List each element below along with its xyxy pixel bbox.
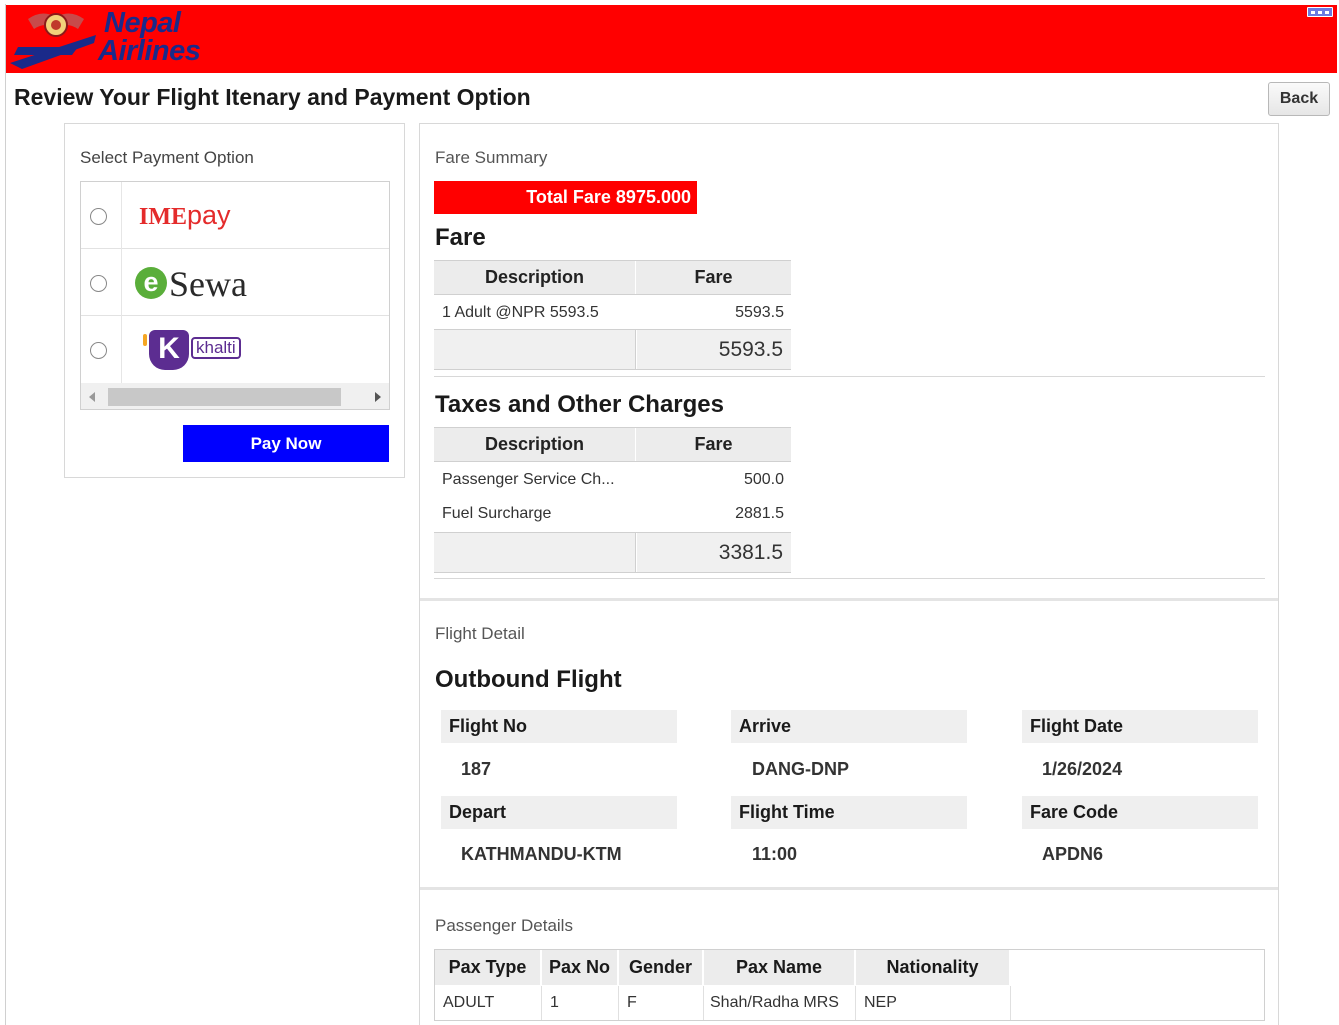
esewa-radio[interactable] [90, 275, 107, 292]
khalti-radio[interactable] [90, 342, 107, 359]
site-header: Nepal Airlines [6, 5, 1337, 73]
itinerary-panel: Fare Summary Total Fare 8975.000 Fare De… [419, 123, 1279, 1025]
tax-row-value: 2881.5 [735, 505, 784, 522]
horizontal-scrollbar[interactable] [81, 383, 389, 409]
table-row: Fuel Surcharge 2881.5 [434, 497, 791, 530]
pax-type-cell: ADULT [435, 986, 542, 1020]
scroll-left-icon[interactable] [89, 392, 95, 402]
pax-name-cell: Shah/Radha MRS [704, 986, 856, 1020]
pax-col-type: Pax Type [435, 950, 541, 985]
tax-row-description: Fuel Surcharge [442, 505, 552, 522]
scroll-thumb[interactable] [108, 388, 341, 406]
pax-col-gender: Gender [619, 950, 703, 985]
imepay-logo: IMEpay [139, 200, 231, 231]
row-divider [121, 182, 122, 249]
fare-total-value: 5593.5 [637, 330, 791, 369]
scroll-right-icon[interactable] [375, 392, 381, 402]
fare-total-row: 5593.5 [434, 329, 791, 370]
table-row: 1 Adult @NPR 5593.5 5593.5 [434, 296, 791, 329]
fare-code-value: APDN6 [1042, 844, 1104, 864]
tax-row-description: Passenger Service Ch... [442, 471, 615, 488]
back-button[interactable]: Back [1268, 82, 1330, 116]
tax-total-row: 3381.5 [434, 532, 791, 573]
pax-col-no: Pax No [542, 950, 618, 985]
depart-value: KATHMANDU-KTM [461, 844, 622, 864]
payment-option-list: IMEpay e Sewa K khalti [80, 181, 390, 410]
khalti-flag-icon [143, 334, 147, 346]
flight-no-value: 187 [461, 759, 492, 779]
tax-total-empty [434, 533, 636, 572]
khalti-logo-icon: K [149, 330, 189, 370]
tax-total-value: 3381.5 [637, 533, 791, 572]
tax-row-value: 500.0 [743, 471, 784, 488]
airline-emblem-icon [10, 13, 96, 69]
fare-total-empty [434, 330, 636, 369]
fare-heading: Fare [435, 224, 486, 251]
khalti-logo-text: khalti [191, 337, 241, 359]
tax-table-header: Description Fare [434, 427, 791, 462]
window-controls-icon[interactable] [1307, 7, 1333, 17]
flight-time-value: 11:00 [752, 844, 798, 864]
imepay-radio[interactable] [90, 208, 107, 225]
payment-option-label: Select Payment Option [80, 148, 254, 167]
row-divider [121, 316, 122, 383]
payment-option-khalti[interactable]: K khalti [81, 316, 389, 383]
arrive-value: DANG-DNP [752, 759, 849, 779]
flight-no-label: Flight No [441, 710, 677, 743]
total-fare-badge: Total Fare 8975.000 [434, 181, 697, 214]
outbound-flight-heading: Outbound Flight [435, 666, 622, 693]
divider [434, 578, 1265, 579]
esewa-logo-text: Sewa [169, 264, 247, 304]
pax-col-name: Pax Name [704, 950, 855, 985]
fare-table-header: Description Fare [434, 260, 791, 295]
taxes-heading: Taxes and Other Charges [435, 391, 724, 418]
tax-col-fare: Fare [694, 434, 733, 454]
table-row: Passenger Service Ch... 500.0 [434, 463, 791, 496]
fare-col-fare: Fare [694, 267, 733, 287]
esewa-logo-icon: e [135, 267, 167, 299]
page-title: Review Your Flight Itenary and Payment O… [14, 84, 531, 110]
section-separator [420, 887, 1278, 890]
arrive-label: Arrive [731, 710, 967, 743]
section-separator [420, 598, 1278, 601]
passenger-table: Pax Type Pax No Gender Pax Name National… [434, 949, 1265, 1021]
flight-date-value: 1/26/2024 [1042, 759, 1123, 779]
fare-summary-label: Fare Summary [435, 148, 548, 167]
pax-gender-cell: F [619, 986, 704, 1020]
imepay-logo-part1: IME [139, 204, 187, 230]
pax-col-nationality: Nationality [856, 950, 1010, 985]
nepal-airlines-logo[interactable]: Nepal Airlines [8, 7, 208, 71]
pax-nationality-cell: NEP [856, 986, 1011, 1020]
payment-panel: Select Payment Option IMEpay e Sewa K kh… [64, 123, 405, 478]
passenger-details-label: Passenger Details [435, 916, 573, 935]
depart-label: Depart [441, 796, 677, 829]
pay-now-button[interactable]: Pay Now [183, 425, 389, 462]
fare-code-label: Fare Code [1022, 796, 1258, 829]
flight-detail-label: Flight Detail [435, 624, 525, 643]
brand-name-line2: Airlines [98, 35, 201, 67]
imepay-logo-part2: pay [187, 200, 231, 230]
fare-row-value: 5593.5 [735, 304, 784, 321]
payment-option-esewa[interactable]: e Sewa [81, 249, 389, 316]
flight-time-label: Flight Time [731, 796, 967, 829]
payment-option-imepay[interactable]: IMEpay [81, 182, 389, 249]
fare-row-description: 1 Adult @NPR 5593.5 [442, 304, 599, 321]
divider [434, 376, 1265, 377]
flight-date-label: Flight Date [1022, 710, 1258, 743]
fare-col-description: Description [434, 261, 636, 294]
tax-col-description: Description [434, 428, 636, 461]
row-divider [121, 249, 122, 316]
pax-no-cell: 1 [542, 986, 619, 1020]
